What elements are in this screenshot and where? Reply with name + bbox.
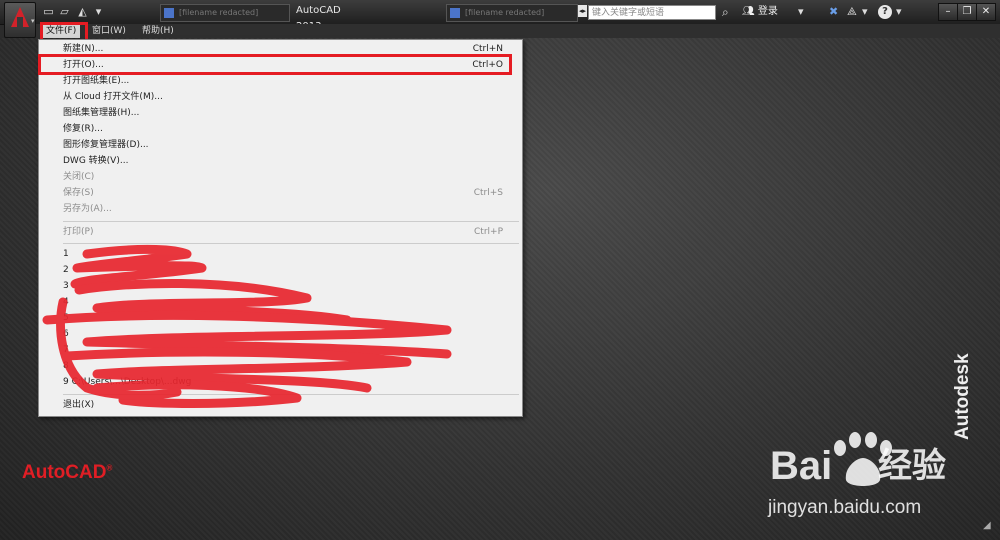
network-dropdown-icon[interactable]: ▾ bbox=[862, 4, 868, 20]
menu-item-close: 关闭(C) bbox=[63, 172, 95, 182]
resize-grip-icon[interactable]: ◢ bbox=[983, 520, 991, 531]
exchange-icon[interactable]: ✖ bbox=[829, 4, 838, 20]
application-menu-button[interactable]: ▾ bbox=[4, 2, 36, 38]
tab-scroll-arrows[interactable]: ◂▸ bbox=[578, 5, 587, 17]
open-icon[interactable]: ▱ bbox=[58, 5, 71, 18]
chevron-down-icon: ▾ bbox=[31, 17, 35, 25]
baidu-watermark-url: jingyan.baidu.com bbox=[768, 497, 922, 518]
doc-tab[interactable]: [filename redacted] bbox=[446, 4, 578, 22]
menu-window[interactable]: 窗口(W) bbox=[88, 24, 130, 38]
new-icon[interactable]: ▭ bbox=[42, 5, 55, 18]
save-icon[interactable]: ◭ bbox=[76, 5, 89, 18]
search-input[interactable]: 键入关键字或短语 bbox=[588, 5, 716, 20]
redaction-scribble bbox=[42, 244, 452, 408]
baidu-watermark-logo: Bai bbox=[770, 444, 833, 488]
minimize-button[interactable]: – bbox=[938, 3, 958, 21]
doc-tab[interactable]: [filename redacted] bbox=[160, 4, 290, 22]
menu-help[interactable]: 帮助(H) bbox=[138, 24, 178, 38]
user-dropdown-icon[interactable]: ▾ bbox=[798, 4, 804, 20]
menu-item-save: 保存(S) Ctrl+S bbox=[63, 188, 503, 198]
menu-separator bbox=[63, 221, 519, 222]
highlight-box-open-item bbox=[38, 54, 512, 75]
network-icon[interactable]: ⟁ bbox=[847, 4, 857, 20]
user-icon: 👥︎ bbox=[742, 6, 755, 17]
baidu-watermark-jingyan: 经验 bbox=[878, 446, 946, 486]
menu-item-open-sheet-set[interactable]: 打开图纸集(E)... bbox=[63, 74, 503, 89]
dropdown-icon[interactable]: ▾ bbox=[92, 5, 105, 18]
menu-item-save-as: 另存为(A)... bbox=[63, 204, 112, 214]
search-icon[interactable]: ⌕ bbox=[722, 5, 729, 20]
help-icon[interactable]: ? bbox=[878, 5, 892, 19]
menu-item-dwg-convert[interactable]: DWG 转换(V)... bbox=[63, 154, 503, 169]
file-menu-dropdown: 新建(N)... Ctrl+N 打开(O)... Ctrl+O 打开图纸集(E)..… bbox=[38, 39, 523, 417]
autodesk-wordmark: Autodesk bbox=[952, 353, 973, 440]
autocad-wordmark: AutoCAD® bbox=[22, 462, 113, 483]
menu-item-sheet-set-manager[interactable]: 图纸集管理器(H)... bbox=[63, 106, 503, 121]
app-title: AutoCAD 2013 bbox=[296, 5, 341, 32]
menu-item-open-from-cloud[interactable]: 从 Cloud 打开文件(M)... bbox=[63, 90, 503, 105]
login-button[interactable]: 👥︎ 登录 bbox=[742, 4, 778, 20]
help-dropdown-icon[interactable]: ▾ bbox=[896, 4, 902, 20]
title-bar: ▭ ▱ ◭ ▾ [filename redacted] AutoCAD 2013… bbox=[0, 0, 1000, 32]
close-button[interactable]: ✕ bbox=[976, 3, 996, 21]
dwg-file-icon bbox=[164, 8, 174, 18]
menu-item-repair[interactable]: 修复(R)... bbox=[63, 122, 503, 137]
menu-bar bbox=[36, 24, 1000, 38]
dwg-file-icon bbox=[450, 8, 460, 18]
menu-item-drawing-recovery[interactable]: 图形修复管理器(D)... bbox=[63, 138, 503, 153]
maximize-button[interactable]: ❐ bbox=[957, 3, 977, 21]
